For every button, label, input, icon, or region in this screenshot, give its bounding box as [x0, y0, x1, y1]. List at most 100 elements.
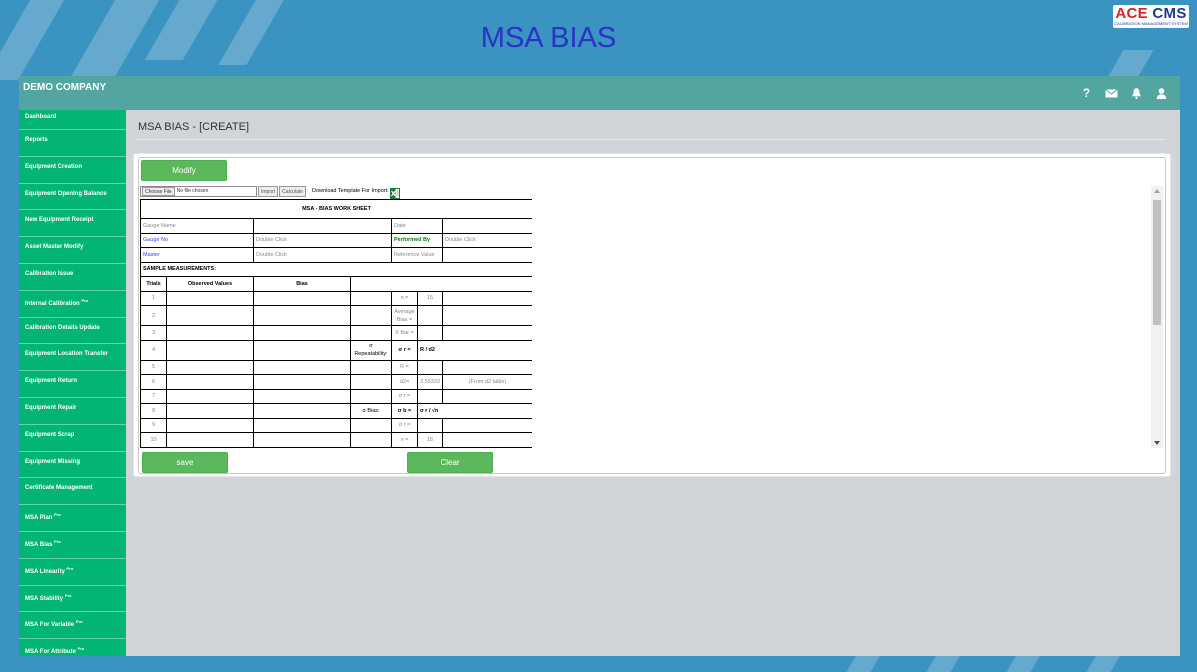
calculate-button[interactable]: Calculate	[279, 185, 307, 197]
trial-number: 8	[140, 403, 167, 419]
d2-value: 3.55333	[417, 374, 443, 390]
sidebar-item[interactable]: New Equipment Receipt	[19, 210, 126, 238]
blank-cell	[350, 417, 392, 433]
sidebar-item[interactable]: Equipment Creation	[19, 157, 126, 184]
date-value[interactable]	[441, 218, 532, 234]
reference-value-label: Reference Value	[391, 247, 443, 263]
observed-value-cell[interactable]	[166, 325, 254, 341]
performed-by-value[interactable]: Double Click	[441, 232, 532, 248]
page-title: MSA BIAS	[480, 22, 617, 54]
ace-cms-logo: ACE CMS CALIBRATION MANAGEMENT SYSTEM	[1113, 5, 1189, 28]
observed-value-cell[interactable]	[166, 388, 254, 404]
sidebar-item[interactable]: MSA Bias Pro	[19, 532, 126, 559]
sidebar-item[interactable]: Equipment Scrap	[19, 425, 126, 452]
scroll-down-arrow-icon[interactable]	[1154, 441, 1160, 445]
breadcrumb: MSA BIAS - [CREATE]	[138, 121, 250, 133]
observed-value-cell[interactable]	[166, 305, 254, 326]
mail-icon[interactable]	[1105, 87, 1118, 100]
bias-header: Bias	[253, 276, 351, 292]
modify-button[interactable]: Modify	[141, 160, 227, 181]
sidebar-item[interactable]: Equipment Opening Balance	[19, 184, 126, 211]
sidebar-item[interactable]: Equipment Return	[19, 371, 126, 398]
sidebar-item[interactable]: Dashboard	[19, 110, 126, 130]
user-icon[interactable]	[1155, 87, 1168, 100]
sidebar-item-label: Calibration Issue	[25, 270, 74, 277]
bias-cell	[253, 290, 351, 306]
master-value[interactable]: Double Click	[253, 247, 392, 263]
bg-stripe	[924, 656, 960, 672]
bg-stripe	[844, 656, 880, 672]
observed-value-cell[interactable]	[166, 432, 254, 448]
sidebar-item-label: Equipment Scrap	[25, 431, 75, 438]
d2-label: d2=	[391, 374, 418, 390]
sidebar-item[interactable]: Certificate Management	[19, 478, 126, 506]
sigma-b-label: σ b =	[391, 403, 418, 419]
blank-cell	[350, 359, 392, 375]
file-input[interactable]: Choose File No file chosen	[140, 185, 257, 197]
observed-value-cell[interactable]	[166, 403, 254, 419]
observed-value-cell[interactable]	[166, 339, 254, 361]
sidebar-item[interactable]: MSA For Variable Pro	[19, 612, 126, 640]
n-label: n =	[391, 432, 418, 448]
vertical-scrollbar[interactable]	[1151, 186, 1163, 448]
bias-cell	[253, 305, 351, 326]
pro-badge: Pro	[66, 565, 74, 571]
blank-cell	[350, 325, 392, 341]
bias-worksheet: MSA - BIAS WORK SHEET Gauge Name Date Ga…	[140, 199, 532, 448]
blank-cell	[441, 359, 532, 375]
bias-cell	[253, 359, 351, 375]
n-label: n =	[391, 290, 418, 306]
blank-cell	[350, 374, 392, 390]
sidebar-item[interactable]: MSA Linearity Pro	[19, 559, 126, 586]
sidebar-item[interactable]: MSA For Attribute Pro	[19, 639, 126, 656]
reference-value-value[interactable]	[441, 247, 532, 263]
sidebar-item-label: MSA For Variable	[25, 622, 75, 629]
sigma-r-value	[417, 388, 443, 404]
sidebar-item[interactable]: Calibration Issue	[19, 264, 126, 291]
sidebar-item-label: New Equipment Receipt	[25, 217, 94, 224]
clear-button[interactable]: Clear	[407, 452, 493, 473]
app-window: DEMO COMPANY ? Dashboard Reports Equipment…	[19, 76, 1180, 656]
sidebar-item[interactable]: Reports	[19, 130, 126, 157]
n-value: 15	[417, 432, 443, 448]
scrollbar-thumb[interactable]	[1153, 200, 1161, 325]
gauge-no-label: Gauge No	[140, 232, 254, 248]
bias-cell	[253, 417, 351, 433]
sidebar-item[interactable]: MSA Plan Pro	[19, 505, 126, 532]
choose-file-button[interactable]: Choose File	[142, 186, 175, 196]
r-label: R =	[391, 359, 418, 375]
save-button[interactable]: save	[142, 452, 228, 473]
bell-icon[interactable]	[1130, 87, 1143, 100]
gauge-no-value[interactable]: Double Click	[253, 232, 392, 248]
observed-value-cell[interactable]	[166, 290, 254, 306]
worksheet-scroll-area[interactable]: MSA - BIAS WORK SHEET Gauge Name Date Ga…	[140, 199, 532, 450]
trial-number: 6	[140, 374, 167, 390]
average-bias-label: Average Bias =	[391, 305, 418, 326]
sidebar-item[interactable]: Calibration Details Update	[19, 318, 126, 345]
sidebar: Dashboard Reports Equipment Creation Equipm…	[19, 110, 126, 656]
help-icon[interactable]: ?	[1080, 87, 1093, 100]
bias-cell	[253, 432, 351, 448]
header-spacer	[349, 276, 532, 292]
excel-download-icon[interactable]: X	[389, 186, 400, 199]
sidebar-item[interactable]: Internal Calibration Pro	[19, 291, 126, 318]
sidebar-item[interactable]: Equipment Missing	[19, 452, 126, 479]
trial-number: 10	[140, 432, 167, 448]
trial-number: 4	[140, 339, 167, 361]
sigma-r-eq-label: σ r =	[391, 388, 418, 404]
trial-number: 2	[140, 305, 167, 326]
sidebar-item[interactable]: Equipment Repair	[19, 398, 126, 425]
observed-value-cell[interactable]	[166, 359, 254, 375]
sidebar-item[interactable]: MSA Stability Pro	[19, 586, 126, 613]
sidebar-item-label: Equipment Location Transfer	[25, 351, 109, 358]
import-button[interactable]: Import	[258, 185, 279, 197]
trial-number: 1	[140, 290, 167, 306]
sidebar-item-label: Equipment Missing	[25, 458, 81, 465]
sidebar-item[interactable]: Asset Master Modify	[19, 237, 126, 264]
sidebar-item[interactable]: Equipment Location Transfer	[19, 344, 126, 372]
observed-value-cell[interactable]	[166, 417, 254, 433]
gauge-name-value[interactable]	[253, 218, 392, 234]
scroll-up-arrow-icon[interactable]	[1154, 189, 1160, 193]
company-name: DEMO COMPANY	[23, 82, 107, 93]
observed-value-cell[interactable]	[166, 374, 254, 390]
